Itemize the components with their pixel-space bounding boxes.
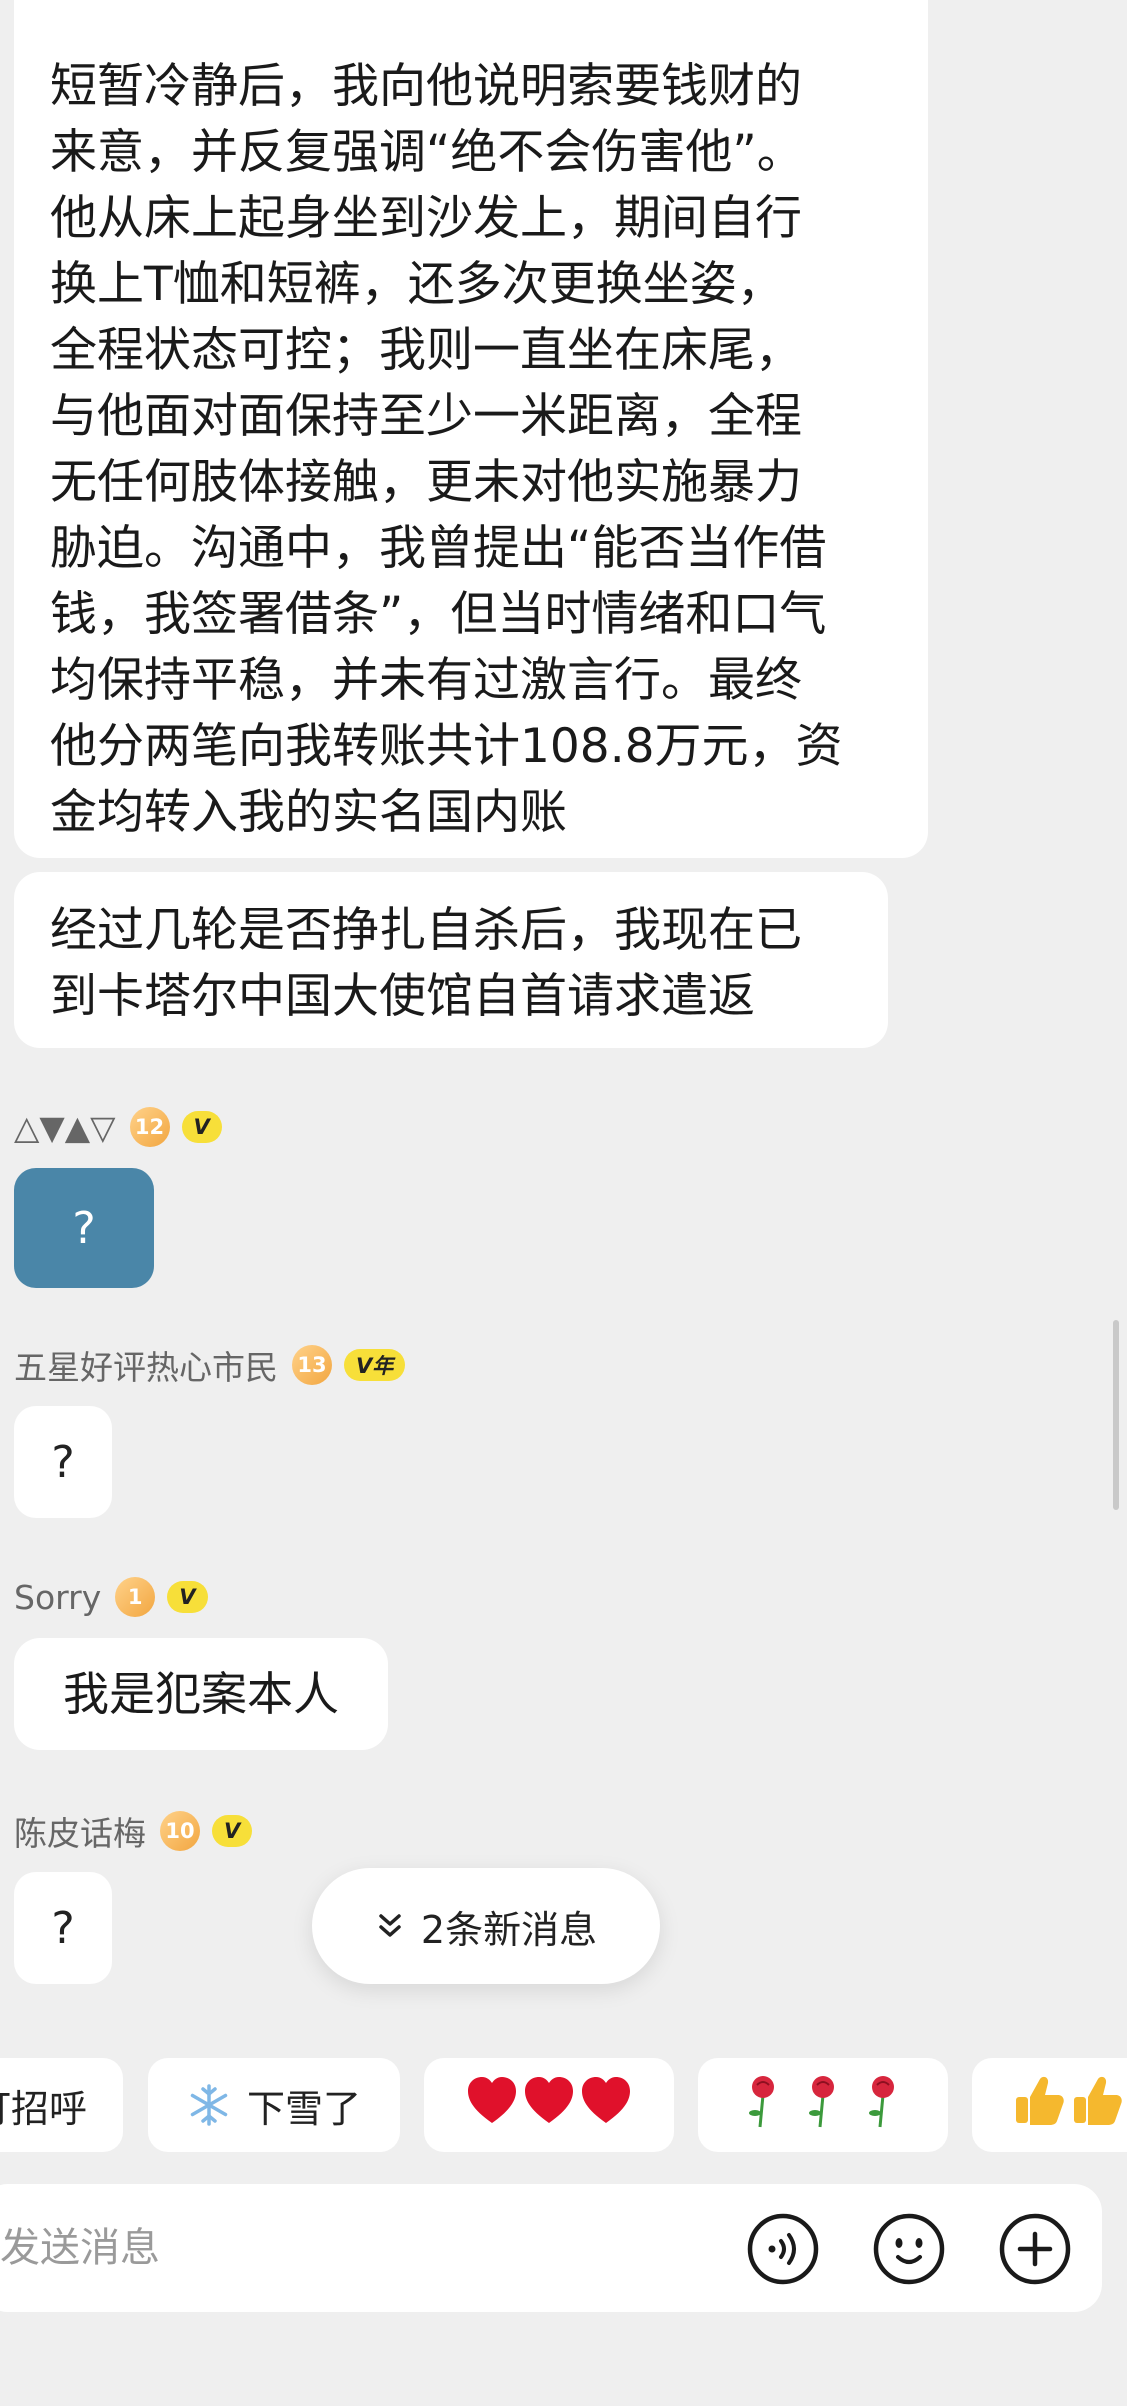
sender-name[interactable]: 陈皮话梅 [14, 1807, 146, 1855]
level-badge: 13 [292, 1345, 332, 1385]
quick-reply-greet[interactable]: 打招呼 [0, 2058, 123, 2152]
message-text: ? [72, 1202, 96, 1254]
voice-button[interactable] [746, 2212, 820, 2286]
sender-name[interactable]: Sorry [14, 1578, 101, 1617]
message-bubble-selected[interactable]: ? [14, 1168, 154, 1288]
emoji-button[interactable] [872, 2212, 946, 2286]
new-messages-label: 2条新消息 [420, 1907, 598, 1952]
quick-reply-thumbs[interactable] [972, 2058, 1127, 2152]
message-text-second: 经过几轮是否挣扎自杀后，我现在已 到卡塔尔中国大使馆自首请求遣返 [50, 903, 802, 1024]
sender-row: 五星好评热心市民 13 V年 [14, 1340, 406, 1390]
message-text: 我是犯案本人 [63, 1667, 339, 1721]
vip-badge: V年 [344, 1349, 406, 1381]
message-bubble-long[interactable]: 短暂冷静后，我向他说明索要钱财的 来意，并反复强调“绝不会伤害他”。 他从床上起… [14, 0, 928, 858]
scrollbar[interactable] [1113, 1320, 1119, 1510]
message-bubble-second[interactable]: 经过几轮是否挣扎自杀后，我现在已 到卡塔尔中国大使馆自首请求遣返 [14, 872, 888, 1048]
more-button[interactable] [998, 2212, 1072, 2286]
message-text: ? [51, 1436, 75, 1488]
level-badge: 12 [129, 1107, 170, 1147]
thumbs-up-icon [1012, 2073, 1127, 2138]
quick-reply-label: 打招呼 [0, 2086, 87, 2131]
quick-reply-hearts[interactable] [424, 2058, 674, 2152]
emoji-icon [872, 2213, 946, 2290]
quick-reply-roses[interactable] [698, 2058, 948, 2152]
three-roses-icon [738, 2071, 908, 2140]
vip-badge: V [181, 1111, 222, 1143]
quick-reply-snow[interactable]: 下雪了 [148, 2058, 400, 2152]
message-input[interactable] [0, 2184, 700, 2312]
sender-row: 陈皮话梅 10 V [14, 1806, 253, 1856]
level-badge: 10 [160, 1811, 200, 1851]
sender-name[interactable]: 五星好评热心市民 [14, 1341, 278, 1389]
double-chevron-down-icon [375, 1911, 405, 1941]
voice-icon [746, 2213, 820, 2290]
vip-badge: V [212, 1815, 253, 1847]
new-messages-button[interactable]: 2条新消息 [312, 1868, 660, 1984]
vip-badge: V [167, 1581, 208, 1613]
plus-icon [998, 2213, 1072, 2290]
message-bubble[interactable]: ? [14, 1406, 112, 1518]
sender-row: Sorry 1 V [14, 1572, 208, 1622]
three-hearts-icon [464, 2073, 634, 2138]
snowflake-icon [187, 2083, 231, 2127]
message-bubble[interactable]: 我是犯案本人 [14, 1638, 388, 1750]
sender-name[interactable]: △▼▲▽ [14, 1108, 116, 1147]
sender-row: △▼▲▽ 12 V [14, 1102, 222, 1152]
message-text-long: 短暂冷静后，我向他说明索要钱财的 来意，并反复强调“绝不会伤害他”。 他从床上起… [50, 59, 843, 840]
quick-reply-label: 下雪了 [246, 2086, 361, 2131]
message-bubble[interactable]: ? [14, 1872, 112, 1984]
level-badge: 1 [115, 1577, 156, 1617]
message-text: ? [51, 1902, 75, 1954]
